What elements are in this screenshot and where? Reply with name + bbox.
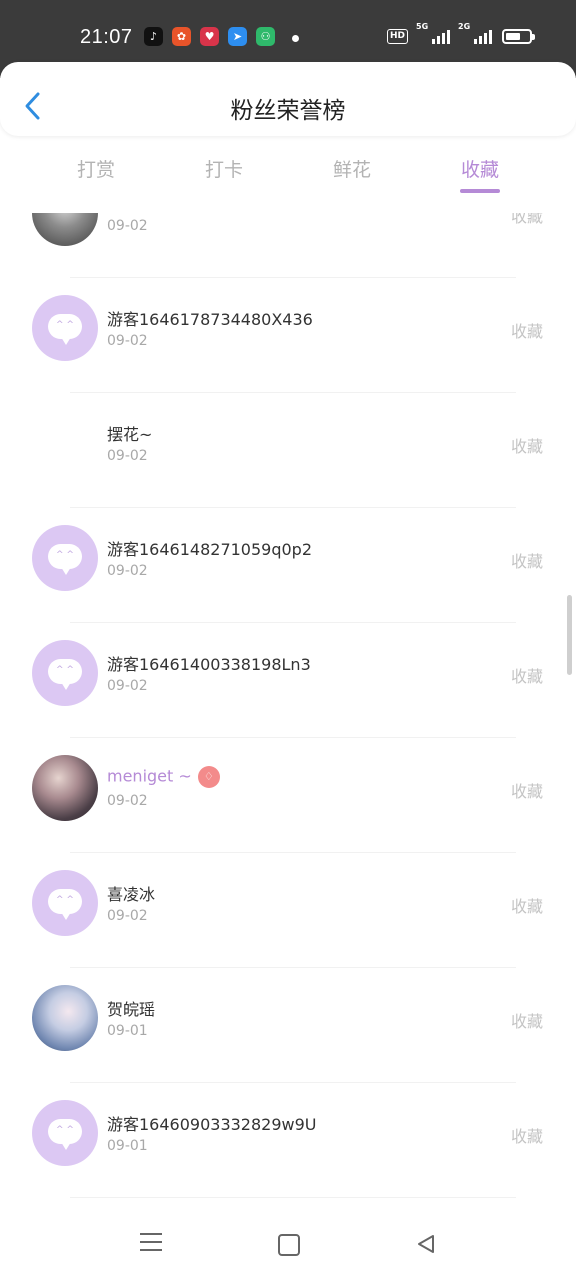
favorite-label: 收藏	[510, 667, 543, 686]
item-date: 09-02	[107, 448, 148, 464]
signal-5g-icon: 5G	[416, 22, 450, 44]
face-icon: ^ ^	[56, 550, 74, 560]
user-name-text: 游客1646148271059q0p2	[107, 540, 313, 559]
user-name: meniget ~ ♢	[107, 766, 220, 788]
avatar[interactable]	[32, 985, 98, 1051]
notification-icons: ♪ ✿ ♥ ➤ ⚇	[144, 27, 275, 46]
system-nav-bar	[0, 1213, 576, 1280]
hd-icon: HD	[386, 28, 408, 44]
row-divider	[70, 1197, 516, 1198]
user-name: 游客1646148271059q0p2	[107, 536, 312, 560]
favorite-label: 收藏	[510, 213, 543, 226]
user-name: 摆花~	[107, 421, 152, 445]
active-tab-indicator	[460, 189, 500, 193]
item-date: 09-02	[107, 678, 148, 694]
tiktok-icon: ♪	[144, 27, 163, 46]
list-item[interactable]: meniget ~ ♢ 09-02 收藏	[0, 738, 576, 853]
avatar[interactable]	[32, 755, 98, 821]
user-name: 游客16461400338198Ln3	[107, 651, 311, 675]
item-date: 09-02	[107, 218, 148, 234]
status-time: 21:07	[80, 26, 133, 48]
list-item[interactable]: ^ ^ 游客1646148271059q0p2 09-02 收藏	[0, 508, 576, 623]
favorite-label: 收藏	[510, 437, 543, 456]
tab-favorites[interactable]: 收藏	[461, 155, 499, 182]
page-title: 粉丝荣誉榜	[230, 98, 346, 124]
user-name-text: meniget ~	[107, 766, 192, 786]
tab-checkin[interactable]: 打卡	[205, 155, 243, 182]
avatar[interactable]: ^ ^	[32, 1100, 98, 1166]
status-indicators: HD 5G 2G	[386, 22, 535, 44]
face-icon: ^ ^	[56, 1125, 74, 1135]
favorite-label: 收藏	[510, 322, 543, 341]
favorite-label: 收藏	[510, 1127, 543, 1146]
favorite-label: 收藏	[510, 1012, 543, 1031]
vip-diamond-icon: ♢	[197, 766, 220, 788]
send-app-icon: ➤	[228, 27, 247, 46]
item-date: 09-01	[107, 1138, 148, 1154]
list-item[interactable]: 09-02 收藏	[0, 213, 576, 278]
item-date: 09-02	[107, 333, 148, 349]
list-item[interactable]: ^ ^ 游客1646178734480X436 09-02 收藏	[0, 278, 576, 393]
user-name-text: 贺皖瑶	[107, 1000, 156, 1019]
fan-list: 09-02 收藏 ^ ^ 游客1646178734480X436 09-02 收藏 摆花~ 0…	[0, 213, 576, 1213]
list-item[interactable]: ^ ^ 喜凌冰 09-02 收藏	[0, 853, 576, 968]
tab-bar: 打赏 打卡 鲜花 收藏	[0, 145, 576, 213]
favorite-label: 收藏	[510, 897, 543, 916]
item-date: 09-02	[107, 793, 148, 809]
user-name: 游客16460903332829w9U	[107, 1111, 317, 1135]
menu-icon[interactable]	[140, 1233, 162, 1257]
favorite-label: 收藏	[510, 552, 543, 571]
user-name-text: 游客16460903332829w9U	[107, 1115, 317, 1134]
list-item[interactable]: 摆花~ 09-02 收藏	[0, 393, 576, 508]
list-item[interactable]: ^ ^ 游客16460903332829w9U 09-01 收藏	[0, 1083, 576, 1198]
user-name-text: 摆花~	[107, 425, 153, 444]
item-date: 09-01	[107, 1023, 148, 1039]
user-name: 喜凌冰	[107, 881, 155, 905]
user-name-text: 游客16461400338198Ln3	[107, 655, 311, 674]
avatar[interactable]: ^ ^	[32, 525, 98, 591]
face-icon: ^ ^	[56, 665, 74, 675]
face-icon: ^ ^	[56, 320, 74, 330]
user-name: 游客1646178734480X436	[107, 306, 313, 330]
battery-icon	[502, 28, 535, 44]
app-green-icon: ⚇	[256, 27, 275, 46]
user-name: 贺皖瑶	[107, 996, 155, 1020]
user-name-text: 游客1646178734480X436	[107, 310, 313, 329]
face-icon: ^ ^	[56, 895, 74, 905]
signal-2g-icon: 2G	[458, 22, 492, 44]
item-date: 09-02	[107, 563, 148, 579]
list-item[interactable]: ^ ^ 游客16461400338198Ln3 09-02 收藏	[0, 623, 576, 738]
tab-flowers[interactable]: 鲜花	[333, 155, 371, 182]
avatar[interactable]	[32, 213, 98, 246]
avatar[interactable]: ^ ^	[32, 640, 98, 706]
app-red-icon: ♥	[200, 27, 219, 46]
avatar[interactable]: ^ ^	[32, 870, 98, 936]
list-item[interactable]: 贺皖瑶 09-01 收藏	[0, 968, 576, 1083]
scrollbar[interactable]	[567, 595, 572, 675]
app-header: 粉丝荣誉榜	[0, 62, 576, 136]
tab-reward[interactable]: 打赏	[77, 155, 115, 182]
more-notifications-dot	[292, 35, 299, 42]
user-name-text: 喜凌冰	[107, 885, 156, 904]
back-triangle-icon[interactable]	[415, 1233, 437, 1255]
favorite-label: 收藏	[510, 782, 543, 801]
home-icon[interactable]	[278, 1234, 300, 1256]
app-orange-icon: ✿	[172, 27, 191, 46]
avatar[interactable]: ^ ^	[32, 295, 98, 361]
item-date: 09-02	[107, 908, 148, 924]
